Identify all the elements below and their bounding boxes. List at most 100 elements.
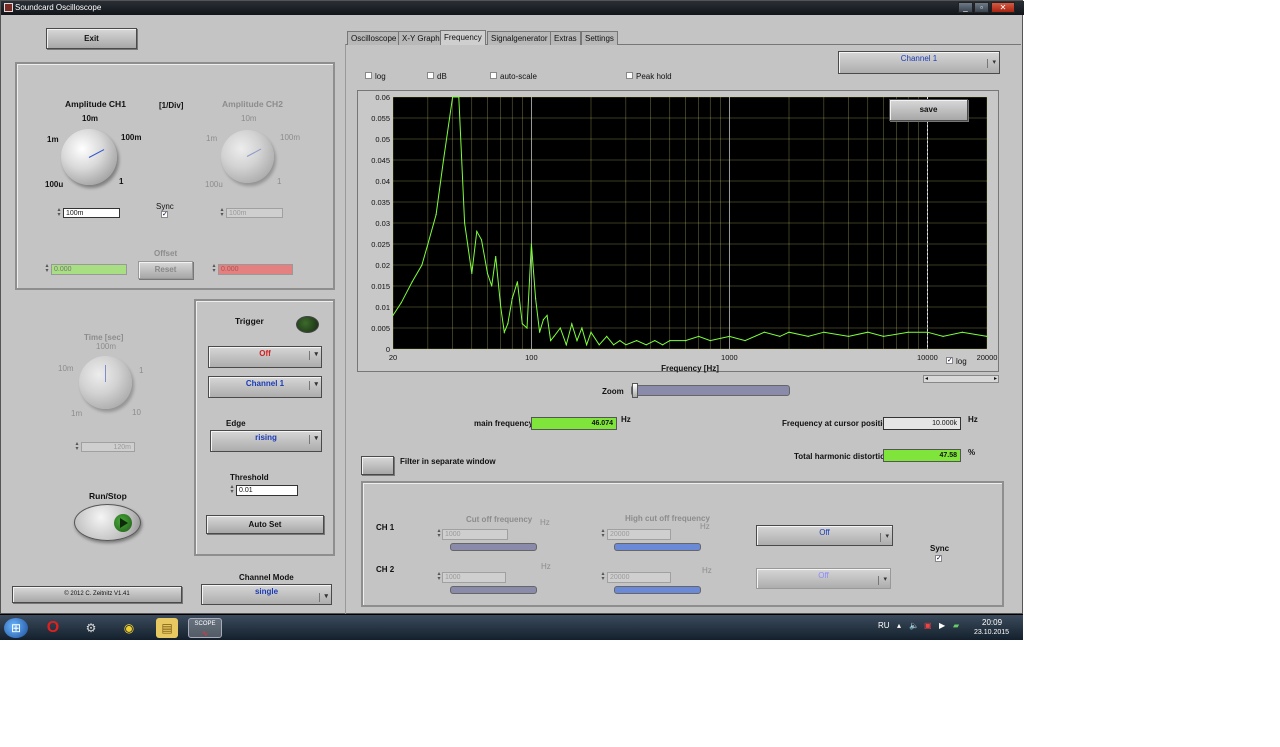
scroll-left-icon[interactable]: ◂ bbox=[925, 375, 928, 382]
spectrum-point bbox=[400, 302, 402, 304]
language-indicator[interactable]: RU bbox=[878, 621, 890, 630]
amp-ch1-tick: 100u bbox=[45, 180, 64, 189]
x-axis-label: Frequency [Hz] bbox=[661, 364, 719, 373]
x-tick-label: 20000 bbox=[977, 353, 998, 362]
spectrum-point bbox=[788, 331, 790, 333]
spectrum-point bbox=[421, 264, 423, 266]
tab-xy-graph[interactable]: X-Y Graph bbox=[398, 31, 444, 45]
spectrum-point bbox=[606, 335, 608, 337]
windows-start-icon[interactable]: ⊞ bbox=[4, 618, 28, 638]
sync-checkbox[interactable]: ✓ bbox=[161, 211, 168, 218]
opera-icon[interactable]: O bbox=[42, 618, 64, 638]
ch2-high-slider bbox=[614, 586, 701, 594]
scroll-right-icon[interactable]: ▸ bbox=[994, 375, 997, 382]
spectrum-point bbox=[698, 335, 700, 337]
y-tick-label: 0.06 bbox=[375, 93, 390, 102]
tab-extras[interactable]: Extras bbox=[550, 31, 581, 45]
spectrum-point bbox=[942, 335, 944, 337]
offset-ch1-field: 0.000 bbox=[51, 264, 127, 275]
media-icon[interactable]: ▶ bbox=[939, 621, 945, 630]
close-button[interactable]: ✕ bbox=[991, 2, 1015, 13]
tools-icon[interactable]: ⚙ bbox=[80, 618, 102, 638]
spectrum-point bbox=[654, 340, 656, 342]
trigger-mode-value: Off bbox=[259, 349, 271, 358]
time-tick: 10 bbox=[132, 408, 141, 417]
autoscale-checkbox[interactable] bbox=[490, 72, 497, 79]
app-yellow-icon[interactable]: ◉ bbox=[118, 618, 140, 638]
peakhold-checkbox[interactable] bbox=[626, 72, 633, 79]
peakhold-label: Peak hold bbox=[636, 72, 672, 81]
clock-time[interactable]: 20:09 bbox=[982, 618, 1002, 627]
spectrum-point bbox=[565, 344, 567, 346]
edge-dropdown[interactable]: rising ▾ bbox=[210, 430, 322, 452]
folder-icon[interactable]: ▤ bbox=[156, 618, 178, 638]
minimize-button[interactable]: _ bbox=[958, 2, 973, 13]
save-button[interactable]: save bbox=[889, 99, 968, 121]
scope-taskbar-icon[interactable]: SCOPE ∿ bbox=[188, 618, 222, 638]
chevron-down-icon: ▾ bbox=[309, 351, 318, 360]
high-cutoff-title: High cut off frequency bbox=[625, 514, 710, 523]
ch2-filter-mode-value: Off bbox=[818, 571, 829, 580]
trigger-indicator-led bbox=[296, 316, 319, 333]
amp-ch2-tick: 100u bbox=[205, 180, 223, 189]
auto-set-button[interactable]: Auto Set bbox=[206, 515, 324, 534]
spectrum-point bbox=[392, 314, 394, 316]
channel-mode-title: Channel Mode bbox=[239, 573, 294, 582]
tab-signalgenerator[interactable]: Signalgenerator bbox=[487, 31, 552, 45]
edge-value: rising bbox=[255, 433, 277, 442]
spectrum-plot[interactable]: 0 0.005 0.01 0.015 0.02 0.025 0.03 0.035 0.04 0.0… bbox=[357, 90, 1000, 373]
tab-settings[interactable]: Settings bbox=[581, 31, 618, 45]
run-stop-button[interactable] bbox=[74, 504, 141, 541]
threshold-input[interactable]: 0.01 bbox=[236, 485, 298, 496]
spectrum-chart[interactable]: 00.0050.010.0150.020.0250.030.0350.040.0… bbox=[358, 91, 1000, 373]
main-frequency-unit: Hz bbox=[621, 415, 631, 424]
ch1-filter-mode-dropdown[interactable]: Off ▾ bbox=[756, 525, 893, 546]
x-tick-label: 1000 bbox=[721, 353, 738, 362]
run-stop-label: Run/Stop bbox=[89, 491, 127, 501]
spectrum-point bbox=[500, 306, 502, 308]
tab-oscilloscope[interactable]: Oscilloscope bbox=[347, 31, 401, 45]
autoscale-label: auto-scale bbox=[500, 72, 537, 81]
spectrum-point bbox=[452, 96, 454, 98]
edge-title: Edge bbox=[226, 419, 246, 428]
db-checkbox[interactable] bbox=[427, 72, 434, 79]
channel-mode-value: single bbox=[254, 587, 279, 596]
spectrum-point bbox=[662, 344, 664, 346]
tray-app-icon[interactable]: ▣ bbox=[924, 621, 932, 630]
time-title: Time [sec] bbox=[84, 333, 124, 342]
spectrum-point bbox=[503, 331, 505, 333]
plot-scrollbar[interactable]: ◂ ▸ bbox=[923, 375, 999, 383]
spectrum-point bbox=[625, 344, 627, 346]
spectrum-point bbox=[779, 335, 781, 337]
y-tick-label: 0.05 bbox=[375, 135, 390, 144]
channel-mode-dropdown[interactable]: single ▾ bbox=[201, 584, 332, 605]
tray-expand-icon[interactable]: ▴ bbox=[897, 621, 901, 630]
clock-date[interactable]: 23.10.2015 bbox=[974, 629, 1009, 636]
y-tick-label: 0.025 bbox=[371, 240, 390, 249]
chevron-down-icon: ▾ bbox=[319, 593, 328, 602]
spectrum-point bbox=[559, 327, 561, 329]
log-checkbox[interactable] bbox=[365, 72, 372, 79]
trigger-mode-dropdown[interactable]: Off ▾ bbox=[208, 346, 322, 368]
volume-icon[interactable]: 🔈 bbox=[909, 621, 919, 630]
trigger-channel-dropdown[interactable]: Channel 1 ▾ bbox=[208, 376, 322, 398]
xaxis-log-label: log bbox=[956, 357, 967, 366]
exit-button[interactable]: Exit bbox=[46, 28, 137, 49]
amp-ch1-spinner[interactable]: ▴ ▾ bbox=[56, 207, 62, 218]
maximize-button[interactable]: ▫ bbox=[974, 2, 989, 13]
spectrum-point bbox=[581, 327, 583, 329]
xaxis-log-checkbox[interactable]: ✓ bbox=[946, 357, 953, 364]
amp-ch1-title: Amplitude CH1 bbox=[65, 99, 126, 109]
trigger-title: Trigger bbox=[235, 316, 264, 326]
frequency-channel-dropdown[interactable]: Channel 1 ▾ bbox=[838, 51, 1000, 74]
zoom-slider-thumb[interactable] bbox=[632, 383, 638, 398]
filter-window-button[interactable] bbox=[361, 456, 394, 475]
filter-sync-label: Sync bbox=[930, 544, 950, 553]
amp-ch1-knob[interactable] bbox=[61, 129, 117, 185]
filter-sync-checkbox[interactable]: ✓ bbox=[935, 555, 942, 562]
amp-ch1-input[interactable]: 100m bbox=[63, 208, 120, 218]
network-icon[interactable]: ▰ bbox=[953, 621, 959, 630]
tab-frequency[interactable]: Frequency bbox=[440, 30, 486, 45]
threshold-spinner[interactable]: ▴ ▾ bbox=[229, 484, 235, 495]
zoom-slider[interactable] bbox=[631, 383, 790, 398]
